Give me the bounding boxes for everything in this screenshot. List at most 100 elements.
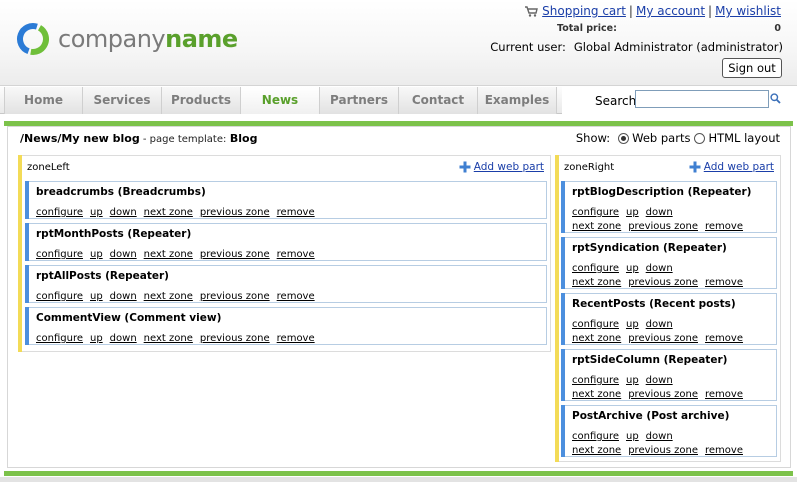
- nav-item-examples[interactable]: Examples: [478, 87, 557, 114]
- nav-item-partners[interactable]: Partners: [320, 87, 399, 114]
- my-account-link[interactable]: My account: [636, 4, 705, 18]
- down-link[interactable]: down: [110, 249, 137, 260]
- previous-zone-link[interactable]: previous zone: [628, 389, 698, 400]
- remove-link[interactable]: remove: [277, 333, 315, 344]
- remove-link[interactable]: remove: [705, 389, 743, 400]
- down-link[interactable]: down: [646, 207, 673, 218]
- next-zone-link[interactable]: next zone: [144, 291, 193, 302]
- my-wishlist-link[interactable]: My wishlist: [715, 4, 781, 18]
- html-layout-radio[interactable]: [694, 132, 706, 144]
- link-separator: |: [628, 4, 633, 18]
- previous-zone-link[interactable]: previous zone: [628, 221, 698, 232]
- webpart-actions: next zone previous zone remove: [572, 389, 750, 400]
- webpart: rptSyndication (Repeater) configure up dow…: [561, 237, 777, 289]
- next-zone-link[interactable]: next zone: [572, 221, 621, 232]
- content-bottom-border: [4, 471, 793, 476]
- nav-item-news[interactable]: News: [241, 87, 320, 114]
- zone-title: zoneLeft: [27, 162, 70, 173]
- remove-link[interactable]: remove: [277, 207, 315, 218]
- zone-left: zoneLeft Add web part breadcrumbs (Bread…: [18, 155, 551, 352]
- next-zone-link[interactable]: next zone: [572, 277, 621, 288]
- add-web-part-button[interactable]: Add web part: [459, 161, 544, 173]
- search-icon[interactable]: [770, 93, 781, 104]
- remove-link[interactable]: remove: [705, 333, 743, 344]
- configure-link[interactable]: configure: [36, 333, 83, 344]
- remove-link[interactable]: remove: [705, 445, 743, 456]
- remove-link[interactable]: remove: [277, 249, 315, 260]
- previous-zone-link[interactable]: previous zone: [628, 445, 698, 456]
- zone-header: zoneRight Add web part: [562, 156, 776, 180]
- configure-link[interactable]: configure: [36, 207, 83, 218]
- current-user-label: Current user:: [490, 40, 566, 54]
- sign-out-button[interactable]: Sign out: [722, 58, 782, 78]
- webpart-actions: configure up down next zone previous zone rem…: [36, 249, 322, 260]
- configure-link[interactable]: configure: [572, 263, 619, 274]
- previous-zone-link[interactable]: previous zone: [200, 333, 270, 344]
- add-web-part-label[interactable]: Add web part: [474, 161, 544, 173]
- current-user: Current user: Global Administrator (admin…: [490, 40, 783, 54]
- search-input[interactable]: [635, 90, 769, 108]
- down-link[interactable]: down: [110, 207, 137, 218]
- shopping-cart-link[interactable]: Shopping cart: [542, 4, 626, 18]
- down-link[interactable]: down: [110, 333, 137, 344]
- page-template-name: Blog: [229, 132, 258, 145]
- nav-item-products[interactable]: Products: [162, 87, 241, 114]
- configure-link[interactable]: configure: [36, 291, 83, 302]
- down-link[interactable]: down: [646, 375, 673, 386]
- configure-link[interactable]: configure: [572, 431, 619, 442]
- web-parts-radio[interactable]: [618, 132, 630, 144]
- top-links: Shopping cart | My account | My wishlist: [524, 4, 781, 18]
- remove-link[interactable]: remove: [705, 277, 743, 288]
- previous-zone-link[interactable]: previous zone: [200, 207, 270, 218]
- next-zone-link[interactable]: next zone: [572, 333, 621, 344]
- up-link[interactable]: up: [626, 263, 639, 274]
- configure-link[interactable]: configure: [572, 207, 619, 218]
- nav-item-contact[interactable]: Contact: [399, 87, 478, 114]
- webpart: RecentPosts (Recent posts) configure up do…: [561, 293, 777, 345]
- previous-zone-link[interactable]: previous zone: [200, 249, 270, 260]
- down-link[interactable]: down: [646, 431, 673, 442]
- configure-link[interactable]: configure: [572, 375, 619, 386]
- next-zone-link[interactable]: next zone: [572, 445, 621, 456]
- view-mode-selector: Show: Web parts HTML layout: [576, 131, 780, 145]
- webpart-title: rptSyndication (Repeater): [572, 242, 727, 254]
- up-link[interactable]: up: [626, 431, 639, 442]
- next-zone-link[interactable]: next zone: [144, 249, 193, 260]
- webpart-actions: next zone previous zone remove: [572, 277, 750, 288]
- page-path: /News/My new blog - page template: Blog: [20, 132, 257, 145]
- down-link[interactable]: down: [646, 319, 673, 330]
- webpart-actions: configure up down next zone previous zone rem…: [36, 291, 322, 302]
- next-zone-link[interactable]: next zone: [144, 333, 193, 344]
- up-link[interactable]: up: [626, 375, 639, 386]
- html-layout-radio-label[interactable]: HTML layout: [708, 131, 780, 145]
- up-link[interactable]: up: [626, 207, 639, 218]
- down-link[interactable]: down: [110, 291, 137, 302]
- total-price-value: 0: [774, 23, 781, 34]
- previous-zone-link[interactable]: previous zone: [628, 277, 698, 288]
- configure-link[interactable]: configure: [572, 319, 619, 330]
- up-link[interactable]: up: [90, 249, 103, 260]
- webpart-actions: configure up down: [572, 431, 680, 442]
- up-link[interactable]: up: [90, 291, 103, 302]
- next-zone-link[interactable]: next zone: [144, 207, 193, 218]
- previous-zone-link[interactable]: previous zone: [200, 291, 270, 302]
- remove-link[interactable]: remove: [277, 291, 315, 302]
- nav-item-home[interactable]: Home: [4, 87, 83, 114]
- remove-link[interactable]: remove: [705, 221, 743, 232]
- up-link[interactable]: up: [90, 333, 103, 344]
- previous-zone-link[interactable]: previous zone: [628, 333, 698, 344]
- logo-word-bold: name: [165, 25, 238, 53]
- webpart-actions: next zone previous zone remove: [572, 333, 750, 344]
- shopping-cart-icon[interactable]: [524, 5, 539, 17]
- up-link[interactable]: up: [90, 207, 103, 218]
- next-zone-link[interactable]: next zone: [572, 389, 621, 400]
- add-web-part-label[interactable]: Add web part: [704, 161, 774, 173]
- webpart-title: rptAllPosts (Repeater): [36, 270, 169, 282]
- down-link[interactable]: down: [646, 263, 673, 274]
- add-web-part-button[interactable]: Add web part: [689, 161, 774, 173]
- configure-link[interactable]: configure: [36, 249, 83, 260]
- webpart: rptSideColumn (Repeater) configure up down…: [561, 349, 777, 401]
- nav-item-services[interactable]: Services: [83, 87, 162, 114]
- up-link[interactable]: up: [626, 319, 639, 330]
- web-parts-radio-label[interactable]: Web parts: [632, 131, 690, 145]
